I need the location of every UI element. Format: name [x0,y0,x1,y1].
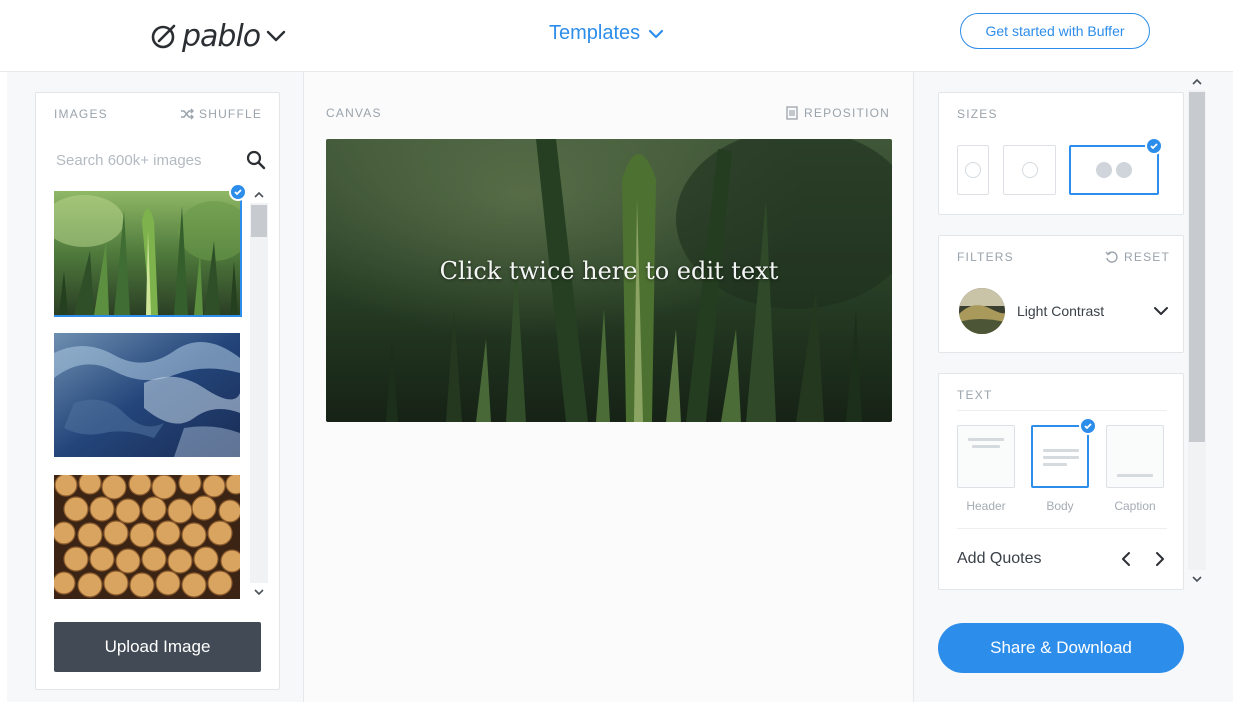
facebook-icon [1096,162,1112,178]
divider [957,410,1167,411]
settings-scrollbar[interactable] [1188,90,1206,570]
selected-check-icon [1079,417,1097,435]
quote-navigation [1119,551,1167,567]
top-bar: pablo Templates Get started with Buffer [0,0,1233,72]
shuffle-button[interactable]: SHUFFLE [180,107,262,121]
image-thumbnail-water[interactable] [54,333,240,457]
search-icon[interactable] [246,150,266,170]
divider [957,528,1167,529]
add-quotes-row: Add Quotes [957,550,1167,568]
images-title: IMAGES [54,107,108,121]
reposition-icon [786,106,798,120]
logs-photo [54,475,240,599]
chevron-right-icon [1156,552,1164,566]
filter-dropdown[interactable]: Light Contrast [959,288,1169,334]
chevron-down-icon [649,29,664,38]
get-started-button[interactable]: Get started with Buffer [960,13,1150,49]
design-canvas[interactable]: Click twice here to edit text [326,139,892,422]
text-panel: TEXT Header Body Caption Add Quotes [938,373,1184,590]
size-option-pinterest[interactable] [957,145,989,195]
scrollbar-thumb[interactable] [1189,92,1205,442]
pablo-logo-menu[interactable]: pablo [150,16,286,56]
filter-preview-thumbnail [959,288,1005,334]
shuffle-label: SHUFFLE [199,107,263,121]
text-style-header[interactable] [957,425,1015,488]
instagram-icon [1021,162,1038,178]
twitter-icon [1116,162,1132,178]
water-photo [54,333,240,457]
sizes-panel: SIZES [938,92,1184,215]
scroll-up-arrow[interactable] [1188,74,1206,88]
scroll-up-arrow[interactable] [250,187,268,201]
selected-check-icon [1145,137,1163,155]
image-list-scrollbar[interactable] [250,203,268,583]
chevron-down-icon [1154,307,1168,315]
scrollbar-thumb[interactable] [251,205,267,237]
reposition-label: REPOSITION [804,106,891,120]
scroll-down-arrow[interactable] [250,585,268,599]
scroll-down-arrow[interactable] [1188,572,1206,586]
chevron-down-icon [266,30,286,42]
image-thumbnail-leek[interactable] [54,191,242,317]
pablo-logo-icon [151,24,176,49]
templates-dropdown[interactable]: Templates [549,22,664,45]
reset-icon [1105,251,1118,263]
filters-panel: FILTERS RESET Light Contrast [938,235,1184,353]
images-panel: IMAGES SHUFFLE Search 600k+ images Uploa… [35,92,280,690]
text-style-body[interactable] [1031,425,1089,488]
upload-image-button[interactable]: Upload Image [54,622,261,672]
text-style-header-label: Header [966,499,1006,513]
filters-title: FILTERS [957,250,1014,264]
reposition-button[interactable]: REPOSITION [785,106,890,120]
sizes-title: SIZES [957,107,998,121]
share-download-button[interactable]: Share & Download [938,623,1184,673]
text-style-caption[interactable] [1106,425,1164,488]
selected-check-icon [229,183,247,201]
size-option-instagram[interactable] [1003,145,1056,195]
image-thumbnail-logs[interactable] [54,475,240,599]
search-input[interactable] [56,151,226,169]
previous-quote-button[interactable] [1119,551,1133,567]
text-style-body-label: Body [1046,499,1074,513]
size-option-facebook-twitter[interactable] [1069,145,1159,195]
filter-name: Light Contrast [1017,303,1105,319]
canvas-title: CANVAS [326,106,382,120]
image-search [56,148,266,172]
logo-text: pablo [182,18,261,54]
reset-label: RESET [1124,250,1171,264]
chevron-left-icon [1122,552,1130,566]
image-results-list [54,191,242,599]
reset-filter-button[interactable]: RESET [1105,250,1170,264]
canvas-editable-text[interactable]: Click twice here to edit text [326,257,892,285]
text-title: TEXT [957,388,993,402]
shuffle-icon [181,108,194,120]
templates-label: Templates [549,22,641,44]
pinterest-icon [965,162,981,178]
next-quote-button[interactable] [1153,551,1167,567]
add-quotes-label: Add Quotes [957,550,1042,567]
leek-photo [54,191,240,315]
text-style-caption-label: Caption [1114,499,1156,513]
